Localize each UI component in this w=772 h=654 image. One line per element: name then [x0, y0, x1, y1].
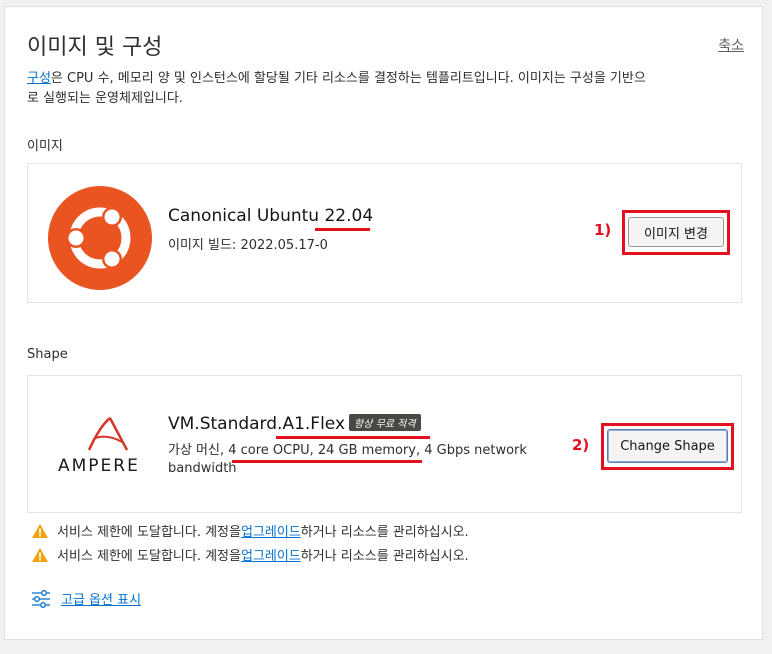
shape-link[interactable]: 구성 — [27, 71, 51, 86]
advanced-options-row[interactable]: 고급 옵션 표시 — [31, 589, 141, 608]
image-section-label: 이미지 — [27, 139, 63, 154]
warning-text-suffix: 하거나 리소스를 관리하십시오. — [300, 549, 469, 564]
annotation-2: 2) — [572, 436, 590, 454]
sliders-icon — [32, 589, 50, 608]
warning-text-suffix: 하거나 리소스를 관리하십시오. — [300, 525, 469, 540]
shape-name: VM.Standard.A1.Flex — [168, 414, 346, 434]
section-title: 이미지 및 구성 — [27, 35, 163, 60]
intro-line2: 로 실행되는 운영체제입니다. — [27, 91, 183, 106]
shape-desc-line2: bandwidth — [168, 461, 237, 476]
warning-row: 서비스 제한에 도달합니다. 계정을 업그레이드 하거나 리소스를 관리하십시오. — [31, 521, 469, 540]
collapse-link[interactable]: 축소 — [718, 35, 744, 55]
warning-icon — [32, 547, 48, 562]
image-build: 이미지 빌드: 2022.05.17-0 — [168, 238, 328, 253]
warning-row: 서비스 제한에 도달합니다. 계정을 업그레이드 하거나 리소스를 관리하십시오. — [31, 545, 469, 564]
image-shape-panel: 이미지 및 구성 축소 구성은 CPU 수, 메모리 양 및 인스턴스에 할당될… — [4, 6, 763, 640]
always-free-badge: 항상 무료 적격 — [349, 414, 421, 431]
warning-text-prefix: 서비스 제한에 도달합니다. 계정을 — [57, 525, 241, 540]
ubuntu-logo-icon — [48, 186, 152, 290]
shape-section-label: Shape — [27, 347, 68, 362]
intro-line1: 은 CPU 수, 메모리 양 및 인스턴스에 할당될 기타 리소스를 결정하는 … — [50, 71, 646, 86]
upgrade-link[interactable]: 업그레이드 — [241, 521, 301, 540]
annotation-1: 1) — [594, 221, 612, 239]
warning-text-prefix: 서비스 제한에 도달합니다. 계정을 — [57, 549, 241, 564]
shape-name-row: VM.Standard.A1.Flex 항상 무료 적격 — [168, 414, 421, 434]
show-advanced-options-link[interactable]: 고급 옵션 표시 — [61, 589, 141, 608]
ampere-logo-icon — [87, 417, 129, 451]
upgrade-link[interactable]: 업그레이드 — [241, 545, 301, 564]
version-underline — [315, 228, 370, 231]
ampere-logo-text: AMPERE — [58, 456, 140, 476]
spec-underline — [232, 460, 422, 463]
change-image-button[interactable]: 이미지 변경 — [628, 217, 724, 247]
shape-card: AMPERE VM.Standard.A1.Flex 항상 무료 적격 가상 머신… — [27, 375, 742, 513]
image-name: Canonical Ubuntu 22.04 — [168, 206, 374, 226]
shape-underline — [276, 436, 430, 439]
warning-icon — [32, 523, 48, 538]
shape-desc-line1: 가상 머신, 4 core OCPU, 24 GB memory, 4 Gbps… — [168, 443, 527, 458]
change-shape-button[interactable]: Change Shape — [607, 429, 728, 463]
intro-text: 구성은 CPU 수, 메모리 양 및 인스턴스에 할당될 기타 리소스를 결정하… — [27, 69, 747, 109]
image-card: Canonical Ubuntu 22.04 이미지 빌드: 2022.05.1… — [27, 163, 742, 303]
